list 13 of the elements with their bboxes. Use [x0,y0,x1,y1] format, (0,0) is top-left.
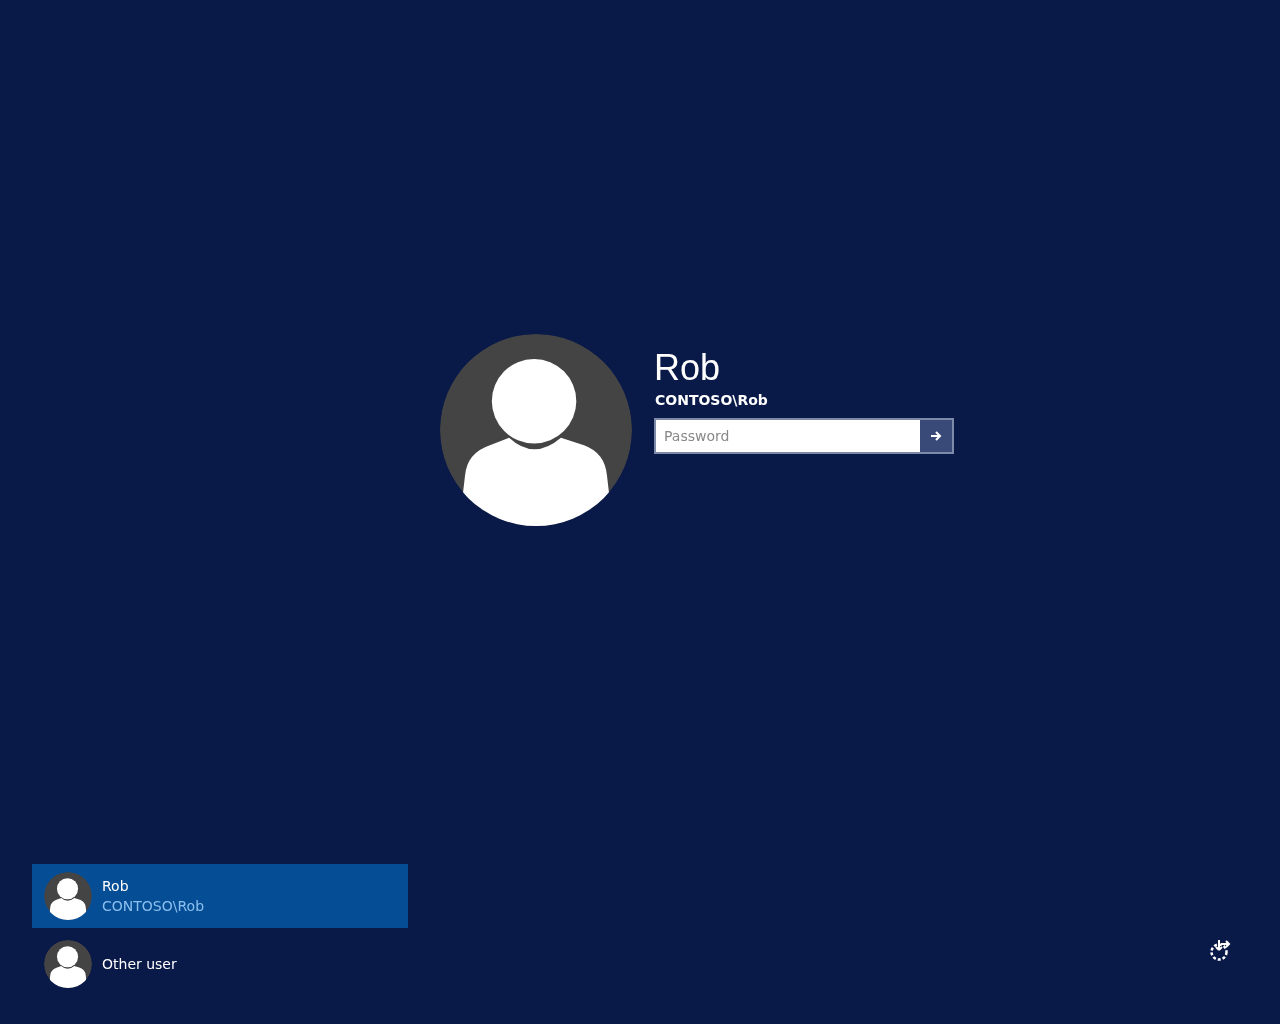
user-avatar [44,940,92,988]
submit-button[interactable] [920,420,952,452]
user-avatar [44,872,92,920]
user-tile[interactable]: Rob CONTOSO\Rob [32,864,408,928]
user-tile-name: Rob [102,877,130,896]
ease-of-access-icon[interactable] [1208,938,1232,962]
user-tile-name: Other user [102,955,177,974]
user-name: Rob [654,348,722,388]
user-tile-account: CONTOSO\Rob [102,897,204,916]
arrow-right-icon [930,431,942,441]
password-field[interactable]: Password [654,418,954,454]
user-tile[interactable]: Other user [32,932,408,996]
user-account: CONTOSO\Rob [655,392,769,408]
